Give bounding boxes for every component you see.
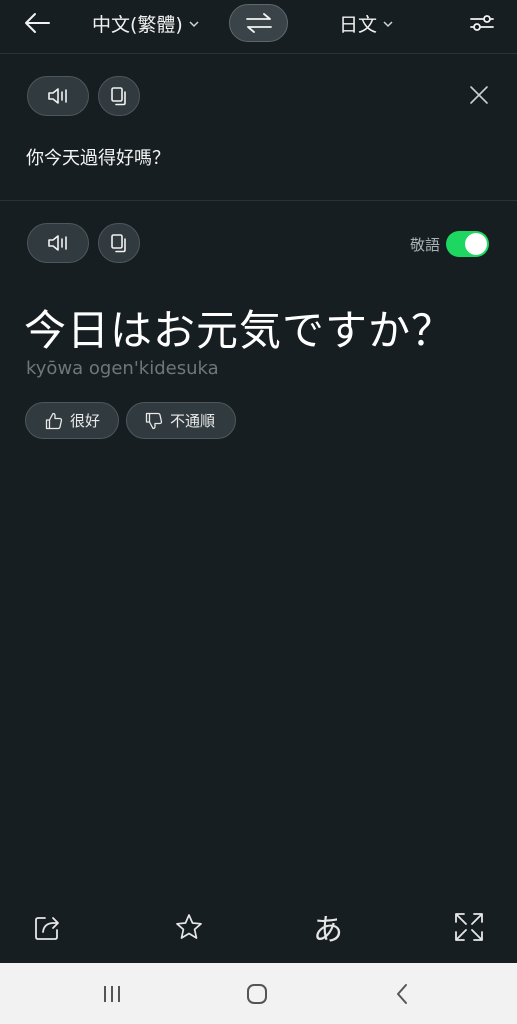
bad-feedback-label: 不通順: [170, 412, 216, 430]
back-button[interactable]: [18, 7, 56, 39]
speaker-icon: [48, 235, 67, 251]
back-chevron-icon: [397, 984, 407, 1004]
source-panel: 你今天過得好嗎？: [0, 54, 517, 201]
home-icon: [247, 984, 267, 1004]
home-button[interactable]: [242, 979, 272, 1009]
bottom-toolbar: あ: [0, 901, 517, 963]
target-language-label: 日文: [339, 13, 378, 36]
translation-copy-button[interactable]: [98, 223, 140, 263]
speaker-icon: [48, 88, 67, 104]
copy-icon: [111, 87, 126, 106]
good-feedback-button[interactable]: 很好: [25, 402, 119, 439]
bad-feedback-button[interactable]: 不通順: [126, 402, 236, 439]
translated-text: 今日はお元気ですか？: [24, 306, 455, 355]
clear-text-button[interactable]: [466, 82, 492, 108]
chevron-down-icon: [189, 20, 199, 27]
sliders-icon: [470, 15, 494, 31]
swap-languages-button[interactable]: [229, 4, 288, 42]
source-speak-button[interactable]: [27, 76, 89, 116]
thumbs-down-icon: [145, 412, 163, 429]
translation-panel: 敬語 今日はお元気ですか？ kyōwa ogen'kidesuka 很好 不通順: [0, 201, 517, 901]
system-navigation-bar: [0, 963, 517, 1024]
share-icon: [35, 917, 59, 940]
copy-icon: [111, 234, 126, 253]
fullscreen-button[interactable]: [451, 909, 487, 945]
settings-button[interactable]: [466, 8, 498, 38]
recents-button[interactable]: [97, 979, 127, 1009]
top-bar: 中文(繁體) 日文: [0, 0, 517, 54]
translation-speak-button[interactable]: [27, 223, 89, 263]
honorific-label: 敬語: [410, 235, 441, 254]
honorific-setting: 敬語: [410, 231, 490, 257]
close-icon: [470, 86, 488, 104]
source-text[interactable]: 你今天過得好嗎？: [26, 144, 170, 170]
chevron-down-icon: [383, 20, 393, 27]
romanization-text: kyōwa ogen'kidesuka: [26, 358, 219, 379]
favorite-button[interactable]: [171, 909, 207, 945]
source-language-label: 中文(繁體): [92, 13, 183, 36]
system-back-button[interactable]: [387, 979, 417, 1009]
toggle-knob: [465, 233, 488, 255]
source-language-selector[interactable]: 中文(繁體): [92, 9, 199, 37]
kana-label: あ: [313, 913, 343, 948]
arrow-left-icon: [25, 13, 50, 33]
source-copy-button[interactable]: [98, 76, 140, 116]
translator-app: 中文(繁體) 日文 你今天過得好嗎？ 敬語 今日はお元気ですか？ kyōwa o…: [0, 0, 517, 1024]
swap-arrows-icon: [245, 13, 272, 33]
target-language-selector[interactable]: 日文: [339, 9, 393, 37]
thumbs-up-icon: [45, 412, 63, 429]
recents-icon: [104, 986, 120, 1002]
good-feedback-label: 很好: [70, 412, 101, 430]
expand-icon: [455, 913, 483, 941]
star-icon: [176, 914, 202, 939]
kana-mode-button[interactable]: あ: [310, 909, 346, 948]
share-button[interactable]: [30, 909, 66, 945]
honorific-toggle[interactable]: [446, 231, 490, 257]
